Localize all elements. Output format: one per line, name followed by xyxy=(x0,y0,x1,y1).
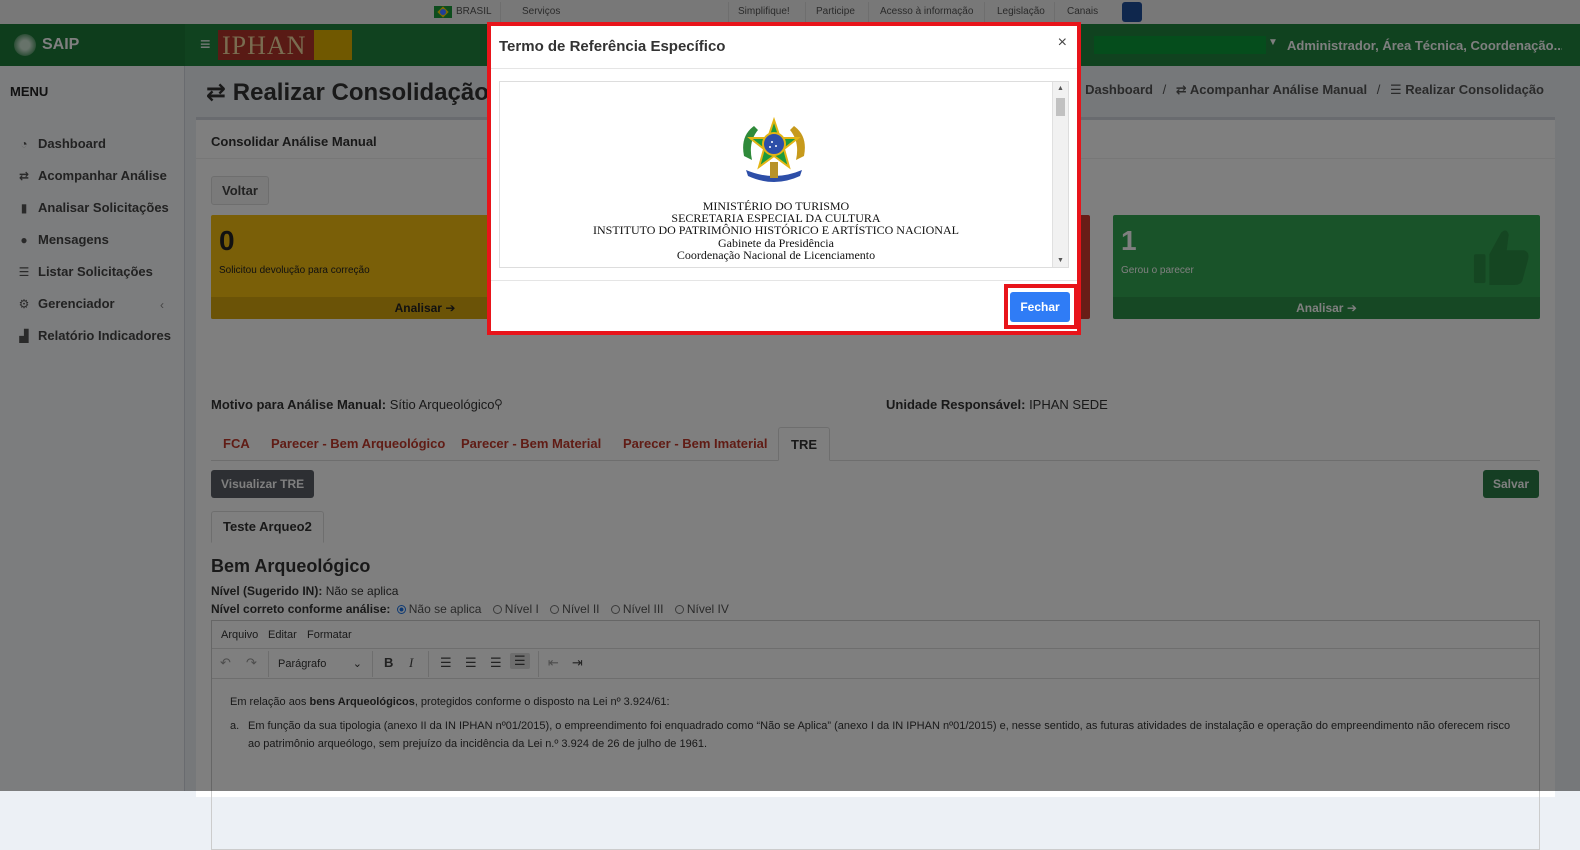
document-viewer[interactable]: MINISTÉRIO DO TURISMO SECRETARIA ESPECIA… xyxy=(499,81,1069,268)
close-icon[interactable]: × xyxy=(1058,34,1067,52)
doc-line: INSTITUTO DO PATRIMÔNIO HISTÓRICO E ARTÍ… xyxy=(593,223,959,238)
divider xyxy=(491,68,1077,69)
tre-modal: Termo de Referência Específico × MINISTÉ… xyxy=(487,22,1081,335)
document-header: MINISTÉRIO DO TURISMO SECRETARIA ESPECIA… xyxy=(500,200,1052,261)
doc-line: Coordenação Nacional de Licenciamento xyxy=(676,247,876,262)
modal-title: Termo de Referência Específico xyxy=(499,38,726,55)
doc-line: Gabinete da Presidência xyxy=(718,235,834,250)
brazil-coat-of-arms-icon xyxy=(743,116,805,182)
divider xyxy=(491,280,1077,281)
fechar-button[interactable]: Fechar xyxy=(1010,292,1070,322)
document-scrollbar[interactable]: ▲ ▼ xyxy=(1052,82,1068,267)
scroll-up-icon[interactable]: ▲ xyxy=(1057,85,1064,92)
scrollbar-thumb[interactable] xyxy=(1056,98,1065,116)
scroll-down-icon[interactable]: ▼ xyxy=(1057,257,1064,264)
